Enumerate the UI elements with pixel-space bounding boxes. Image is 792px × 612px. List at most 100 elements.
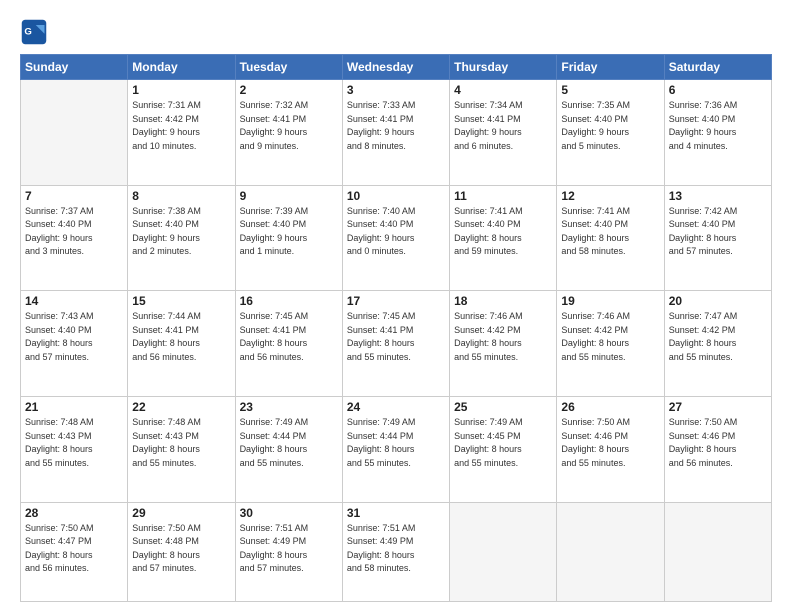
day-number: 25 <box>454 400 552 414</box>
calendar-cell: 3Sunrise: 7:33 AM Sunset: 4:41 PM Daylig… <box>342 80 449 186</box>
calendar-cell: 24 Sunrise: 7:49 AM Sunset: 4:44 PM Dayli… <box>342 397 449 503</box>
day-info: Sunrise: 7:44 AM Sunset: 4:41 PM Dayligh… <box>132 310 230 364</box>
calendar-cell: 25 Sunrise: 7:49 AM Sunset: 4:45 PM Dayli… <box>450 397 557 503</box>
day-number: 4 <box>454 83 552 97</box>
calendar-cell: 26 Sunrise: 7:50 AM Sunset: 4:46 PM Dayli… <box>557 397 664 503</box>
day-number: 30 <box>240 506 338 520</box>
day-number: 6 <box>669 83 767 97</box>
day-info: Sunrise: 7:50 AM Sunset: 4:46 PM Dayligh… <box>561 416 659 470</box>
calendar-cell: 11 Sunrise: 7:41 AM Sunset: 4:40 PM Dayli… <box>450 185 557 291</box>
day-info: Sunrise: 7:46 AM Sunset: 4:42 PM Dayligh… <box>454 310 552 364</box>
weekday-header-wednesday: Wednesday <box>342 55 449 80</box>
day-number: 20 <box>669 294 767 308</box>
week-row-2: 14 Sunrise: 7:43 AM Sunset: 4:40 PM Dayli… <box>21 291 772 397</box>
calendar-cell: 9Sunrise: 7:39 AM Sunset: 4:40 PM Daylig… <box>235 185 342 291</box>
day-number: 27 <box>669 400 767 414</box>
day-info: Sunrise: 7:39 AM Sunset: 4:40 PM Dayligh… <box>240 205 338 259</box>
day-number: 3 <box>347 83 445 97</box>
day-info: Sunrise: 7:50 AM Sunset: 4:48 PM Dayligh… <box>132 522 230 576</box>
weekday-header-friday: Friday <box>557 55 664 80</box>
weekday-header-saturday: Saturday <box>664 55 771 80</box>
calendar-cell <box>21 80 128 186</box>
day-number: 23 <box>240 400 338 414</box>
day-info: Sunrise: 7:32 AM Sunset: 4:41 PM Dayligh… <box>240 99 338 153</box>
week-row-3: 21Sunrise: 7:48 AM Sunset: 4:43 PM Dayli… <box>21 397 772 503</box>
day-info: Sunrise: 7:40 AM Sunset: 4:40 PM Dayligh… <box>347 205 445 259</box>
calendar-table: SundayMondayTuesdayWednesdayThursdayFrid… <box>20 54 772 602</box>
day-number: 13 <box>669 189 767 203</box>
day-number: 12 <box>561 189 659 203</box>
day-number: 10 <box>347 189 445 203</box>
calendar-cell: 12 Sunrise: 7:41 AM Sunset: 4:40 PM Dayli… <box>557 185 664 291</box>
day-info: Sunrise: 7:36 AM Sunset: 4:40 PM Dayligh… <box>669 99 767 153</box>
day-number: 16 <box>240 294 338 308</box>
day-number: 2 <box>240 83 338 97</box>
day-info: Sunrise: 7:48 AM Sunset: 4:43 PM Dayligh… <box>132 416 230 470</box>
day-info: Sunrise: 7:49 AM Sunset: 4:45 PM Dayligh… <box>454 416 552 470</box>
day-info: Sunrise: 7:49 AM Sunset: 4:44 PM Dayligh… <box>240 416 338 470</box>
day-number: 24 <box>347 400 445 414</box>
calendar-cell: 13 Sunrise: 7:42 AM Sunset: 4:40 PM Dayli… <box>664 185 771 291</box>
calendar-cell: 18 Sunrise: 7:46 AM Sunset: 4:42 PM Dayli… <box>450 291 557 397</box>
calendar-page: G SundayMondayTuesdayWednesdayThursdayFr… <box>0 0 792 612</box>
calendar-cell: 27 Sunrise: 7:50 AM Sunset: 4:46 PM Dayli… <box>664 397 771 503</box>
logo: G <box>20 18 52 46</box>
day-info: Sunrise: 7:49 AM Sunset: 4:44 PM Dayligh… <box>347 416 445 470</box>
weekday-header-thursday: Thursday <box>450 55 557 80</box>
week-row-1: 7Sunrise: 7:37 AM Sunset: 4:40 PM Daylig… <box>21 185 772 291</box>
calendar-cell: 23 Sunrise: 7:49 AM Sunset: 4:44 PM Dayli… <box>235 397 342 503</box>
day-info: Sunrise: 7:51 AM Sunset: 4:49 PM Dayligh… <box>347 522 445 576</box>
calendar-cell: 19Sunrise: 7:46 AM Sunset: 4:42 PM Dayli… <box>557 291 664 397</box>
day-number: 31 <box>347 506 445 520</box>
calendar-cell: 4 Sunrise: 7:34 AM Sunset: 4:41 PM Daylig… <box>450 80 557 186</box>
calendar-cell: 28Sunrise: 7:50 AM Sunset: 4:47 PM Dayli… <box>21 502 128 601</box>
calendar-cell: 20 Sunrise: 7:47 AM Sunset: 4:42 PM Dayli… <box>664 291 771 397</box>
calendar-cell: 16Sunrise: 7:45 AM Sunset: 4:41 PM Dayli… <box>235 291 342 397</box>
day-info: Sunrise: 7:50 AM Sunset: 4:47 PM Dayligh… <box>25 522 123 576</box>
day-info: Sunrise: 7:41 AM Sunset: 4:40 PM Dayligh… <box>561 205 659 259</box>
day-info: Sunrise: 7:51 AM Sunset: 4:49 PM Dayligh… <box>240 522 338 576</box>
day-number: 26 <box>561 400 659 414</box>
day-info: Sunrise: 7:41 AM Sunset: 4:40 PM Dayligh… <box>454 205 552 259</box>
calendar-cell: 22 Sunrise: 7:48 AM Sunset: 4:43 PM Dayli… <box>128 397 235 503</box>
calendar-cell: 2 Sunrise: 7:32 AM Sunset: 4:41 PM Daylig… <box>235 80 342 186</box>
logo-icon: G <box>20 18 48 46</box>
weekday-header-row: SundayMondayTuesdayWednesdayThursdayFrid… <box>21 55 772 80</box>
weekday-header-sunday: Sunday <box>21 55 128 80</box>
day-info: Sunrise: 7:50 AM Sunset: 4:46 PM Dayligh… <box>669 416 767 470</box>
week-row-4: 28Sunrise: 7:50 AM Sunset: 4:47 PM Dayli… <box>21 502 772 601</box>
calendar-cell: 30 Sunrise: 7:51 AM Sunset: 4:49 PM Dayli… <box>235 502 342 601</box>
calendar-cell: 10 Sunrise: 7:40 AM Sunset: 4:40 PM Dayli… <box>342 185 449 291</box>
day-info: Sunrise: 7:34 AM Sunset: 4:41 PM Dayligh… <box>454 99 552 153</box>
day-number: 5 <box>561 83 659 97</box>
day-info: Sunrise: 7:31 AM Sunset: 4:42 PM Dayligh… <box>132 99 230 153</box>
calendar-cell: 6 Sunrise: 7:36 AM Sunset: 4:40 PM Daylig… <box>664 80 771 186</box>
day-info: Sunrise: 7:47 AM Sunset: 4:42 PM Dayligh… <box>669 310 767 364</box>
week-row-0: 1 Sunrise: 7:31 AM Sunset: 4:42 PM Daylig… <box>21 80 772 186</box>
day-number: 22 <box>132 400 230 414</box>
calendar-cell: 29Sunrise: 7:50 AM Sunset: 4:48 PM Dayli… <box>128 502 235 601</box>
calendar-cell: 31 Sunrise: 7:51 AM Sunset: 4:49 PM Dayli… <box>342 502 449 601</box>
calendar-cell: 5Sunrise: 7:35 AM Sunset: 4:40 PM Daylig… <box>557 80 664 186</box>
calendar-cell: 14 Sunrise: 7:43 AM Sunset: 4:40 PM Dayli… <box>21 291 128 397</box>
day-number: 17 <box>347 294 445 308</box>
calendar-cell: 15Sunrise: 7:44 AM Sunset: 4:41 PM Dayli… <box>128 291 235 397</box>
weekday-header-tuesday: Tuesday <box>235 55 342 80</box>
calendar-cell <box>557 502 664 601</box>
day-number: 1 <box>132 83 230 97</box>
day-number: 14 <box>25 294 123 308</box>
calendar-cell: 17 Sunrise: 7:45 AM Sunset: 4:41 PM Dayli… <box>342 291 449 397</box>
day-number: 8 <box>132 189 230 203</box>
day-info: Sunrise: 7:38 AM Sunset: 4:40 PM Dayligh… <box>132 205 230 259</box>
svg-text:G: G <box>24 27 31 38</box>
day-info: Sunrise: 7:45 AM Sunset: 4:41 PM Dayligh… <box>347 310 445 364</box>
day-info: Sunrise: 7:43 AM Sunset: 4:40 PM Dayligh… <box>25 310 123 364</box>
calendar-cell: 7Sunrise: 7:37 AM Sunset: 4:40 PM Daylig… <box>21 185 128 291</box>
day-number: 7 <box>25 189 123 203</box>
day-info: Sunrise: 7:46 AM Sunset: 4:42 PM Dayligh… <box>561 310 659 364</box>
calendar-cell <box>450 502 557 601</box>
day-number: 18 <box>454 294 552 308</box>
day-number: 11 <box>454 189 552 203</box>
day-info: Sunrise: 7:42 AM Sunset: 4:40 PM Dayligh… <box>669 205 767 259</box>
page-header: G <box>20 18 772 46</box>
